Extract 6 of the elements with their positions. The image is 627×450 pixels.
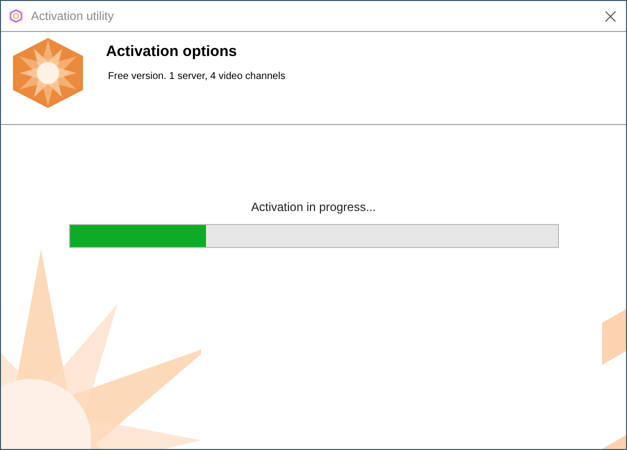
header-title: Activation options	[106, 42, 238, 62]
window-title: Activation utility	[31, 8, 114, 25]
license-subtitle: Free version. 1 server, 4 video channels	[108, 70, 286, 84]
progress-label: Activation in progress...	[251, 199, 376, 216]
close-icon[interactable]	[605, 10, 616, 22]
app-logo-icon	[9, 9, 23, 23]
